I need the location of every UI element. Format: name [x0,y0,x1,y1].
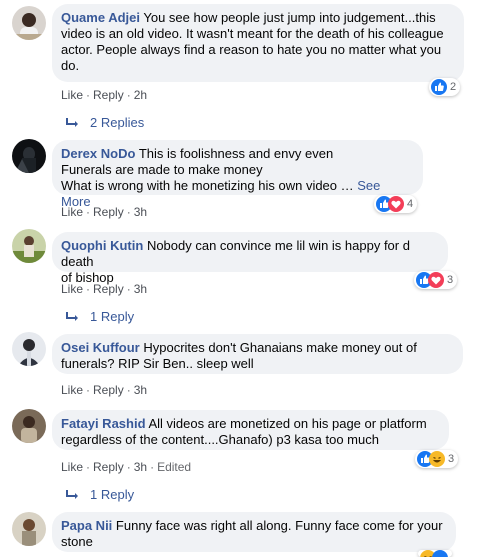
avatar[interactable] [12,512,46,546]
comment-author[interactable]: Fatayi Rashid [61,416,146,431]
comment-text-line: funerals? RIP Sir Ben.. sleep well [61,356,254,371]
love-icon [428,272,444,288]
reply-link[interactable]: Reply [93,282,124,296]
like-link[interactable]: Like [61,383,83,397]
comment-author[interactable]: Quame Adjei [61,10,140,25]
reaction-summary[interactable]: 2 [429,78,461,96]
comment-actions: Like · Reply · 3h [61,282,148,296]
view-replies-link[interactable]: 1 Reply [66,487,134,502]
reply-link[interactable]: Reply [93,88,124,102]
comment-text-line: do. [61,58,80,73]
timestamp[interactable]: 2h [134,88,147,102]
reply-arrow-icon [66,489,78,499]
comment-text-line: video is an old video. It wasn't meant f… [61,26,444,41]
reaction-count: 2 [450,81,457,93]
comment-text-line: You see how people just jump into judgem… [143,10,436,25]
comment-text-line: regardless of the content....Ghanafo) p3… [61,432,379,447]
love-icon [388,196,404,212]
comment-text-line: Hypocrites don't Ghanaians make money ou… [143,340,417,355]
comment-actions: Like · Reply · 3h · Edited [61,460,192,474]
comment-bubble: Quophi Kutin Nobody can convince me lil … [52,232,448,285]
comment-bubble: Derex NoDo This is foolishness and envy … [52,140,423,209]
avatar[interactable] [12,229,46,263]
comment-actions: Like · Reply · 3h [61,205,148,219]
haha-icon [429,451,445,467]
reaction-summary[interactable]: 3 [414,271,458,289]
timestamp[interactable]: 3h [134,383,147,397]
comment-text-line: Funerals are made to make money [61,162,263,177]
reply-arrow-icon [66,117,78,127]
timestamp[interactable]: 3h [134,282,147,296]
timestamp[interactable]: 3h [134,205,147,219]
like-link[interactable]: Like [61,282,83,296]
view-replies-link[interactable]: 2 Replies [66,115,144,130]
reply-link[interactable]: Reply [93,383,124,397]
comment-text-line: This is foolishness and envy even [138,146,334,161]
comment-actions: Like · Reply · 3h [61,383,148,397]
replies-label: 1 Reply [90,487,135,502]
comment-text-line: stone [61,534,93,549]
reaction-count: 3 [447,274,454,286]
like-link[interactable]: Like [61,88,83,102]
reaction-count: 4 [407,198,414,210]
comment-text-line: What is wrong with he monetizing his own… [61,178,354,193]
avatar[interactable] [12,6,46,40]
reaction-summary[interactable]: 4 [374,195,418,213]
reply-link[interactable]: Reply [93,205,124,219]
replies-label: 2 Replies [90,115,145,130]
replies-label: 1 Reply [90,309,135,324]
comment-author[interactable]: Osei Kuffour [61,340,140,355]
comment-author[interactable]: Quophi Kutin [61,238,143,253]
comment-author[interactable]: Derex NoDo [61,146,135,161]
reaction-summary[interactable] [418,550,452,557]
comment-text-line: actor. People always find a reason to ha… [61,42,442,57]
avatar[interactable] [12,332,46,366]
comment-bubble: Fatayi Rashid All videos are monetized o… [52,410,449,450]
reaction-count: 3 [448,453,455,465]
reply-arrow-icon [66,311,78,321]
avatar[interactable] [12,139,46,173]
like-link[interactable]: Like [61,205,83,219]
comment-bubble: Quame Adjei You see how people just jump… [52,4,464,82]
like-link[interactable]: Like [61,460,83,474]
comment-bubble: Papa Nii Funny face was right all along.… [52,512,456,552]
reaction-summary[interactable]: 3 [415,450,459,468]
comment-actions: Like · Reply · 2h [61,88,148,102]
view-replies-link[interactable]: 1 Reply [66,309,134,324]
comment-text-line: Funny face was right all along. Funny fa… [115,518,443,533]
timestamp[interactable]: 3h [134,460,147,474]
edited-label: Edited [157,460,192,474]
avatar[interactable] [12,409,46,443]
like-icon [431,79,447,95]
reply-link[interactable]: Reply [93,460,124,474]
comment-text-line: All videos are monetized on his page or … [148,416,427,431]
comment-author[interactable]: Papa Nii [61,518,112,533]
comment-bubble: Osei Kuffour Hypocrites don't Ghanaians … [52,334,463,374]
like-icon [432,550,448,557]
